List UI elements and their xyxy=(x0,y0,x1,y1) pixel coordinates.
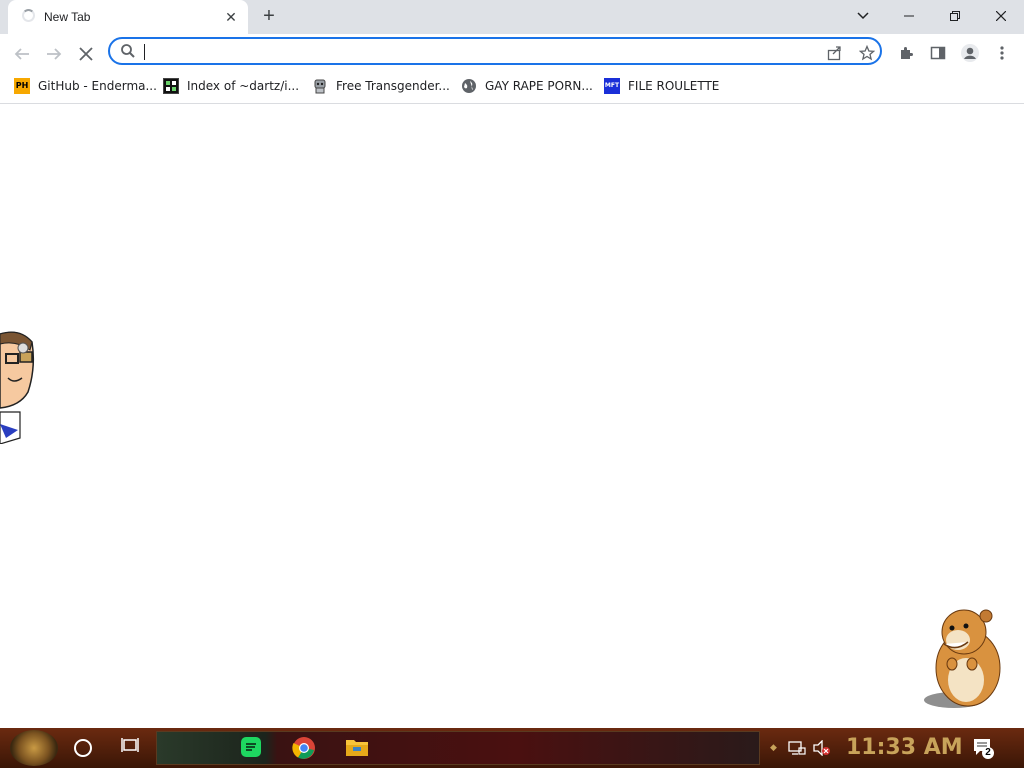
kebab-menu-icon[interactable] xyxy=(991,42,1013,64)
text-caret xyxy=(144,44,145,60)
grid-favicon xyxy=(163,78,179,94)
robot-favicon xyxy=(312,78,328,94)
address-bar[interactable] xyxy=(108,37,882,65)
cortana-icon[interactable] xyxy=(74,739,92,757)
chevron-up-icon[interactable]: ◆ xyxy=(770,742,777,753)
tab-title: New Tab xyxy=(44,10,91,24)
star-icon[interactable] xyxy=(858,43,876,61)
side-panel-icon[interactable] xyxy=(927,42,949,64)
close-icon[interactable]: ✕ xyxy=(222,8,240,26)
notifications-button[interactable]: 2 xyxy=(972,737,994,759)
spinner-icon xyxy=(22,9,35,22)
search-icon xyxy=(121,44,135,58)
bookmark-label: FILE ROULETTE xyxy=(628,79,720,93)
page-content xyxy=(0,104,1024,728)
back-arrow-icon xyxy=(14,48,29,60)
network-icon[interactable] xyxy=(788,740,806,761)
volume-muted-icon[interactable] xyxy=(812,739,832,761)
mft-favicon: MFT xyxy=(604,78,620,94)
profile-icon[interactable] xyxy=(959,42,981,64)
hamster-icon xyxy=(924,609,1001,708)
spotify-icon[interactable] xyxy=(240,736,264,760)
bookmark-label: Free Transgender... xyxy=(336,79,450,93)
clock[interactable]: 11:33 AM xyxy=(846,735,963,760)
forward-arrow-icon xyxy=(47,48,62,60)
forward-button[interactable] xyxy=(41,40,67,66)
bookmark-label: GAY RAPE PORN... xyxy=(485,79,593,93)
browser-toolbar xyxy=(0,34,1024,70)
task-view-icon[interactable] xyxy=(120,737,140,757)
file-explorer-icon[interactable] xyxy=(345,736,369,760)
stop-icon xyxy=(79,47,93,61)
close-icon xyxy=(995,10,1007,22)
chevron-down-icon xyxy=(857,12,869,20)
bookmark-label: GitHub - Enderma... xyxy=(38,79,157,93)
back-button[interactable] xyxy=(9,40,35,66)
chrome-icon[interactable] xyxy=(292,736,316,760)
share-icon[interactable] xyxy=(826,43,844,61)
tab-search-button[interactable] xyxy=(840,0,886,30)
minimize-button[interactable] xyxy=(886,0,932,30)
bookmarks-bar: PH GitHub - Enderma... Index of ~dartz/i… xyxy=(0,70,1024,104)
close-window-button[interactable] xyxy=(978,0,1024,30)
address-input[interactable] xyxy=(142,42,782,60)
puzzle-icon[interactable] xyxy=(895,42,917,64)
minimize-icon xyxy=(904,15,914,17)
tab-strip: New Tab ✕ + xyxy=(0,0,1024,34)
bookmark-file-roulette[interactable]: MFT FILE ROULETTE xyxy=(604,77,719,95)
restore-icon xyxy=(950,11,960,22)
stop-button[interactable] xyxy=(73,40,99,66)
tab-new-tab[interactable]: New Tab ✕ xyxy=(8,0,248,34)
bookmark-index[interactable]: Index of ~dartz/i... xyxy=(163,77,299,95)
ph-favicon: PH xyxy=(14,78,30,94)
cartoon-man-icon xyxy=(0,331,35,444)
new-tab-button[interactable]: + xyxy=(258,6,280,28)
notification-count-badge: 2 xyxy=(982,747,994,759)
restore-button[interactable] xyxy=(932,0,978,30)
bookmark-label: Index of ~dartz/i... xyxy=(187,79,300,93)
globe-icon xyxy=(461,78,477,94)
taskbar: ◆ 11:33 AM 2 xyxy=(0,728,1024,768)
bookmark-gay[interactable]: GAY RAPE PORN... xyxy=(461,77,593,95)
bookmark-free-transgender[interactable]: Free Transgender... xyxy=(312,77,450,95)
bookmark-github[interactable]: PH GitHub - Enderma... xyxy=(14,77,157,95)
start-orb-icon[interactable] xyxy=(10,730,58,766)
